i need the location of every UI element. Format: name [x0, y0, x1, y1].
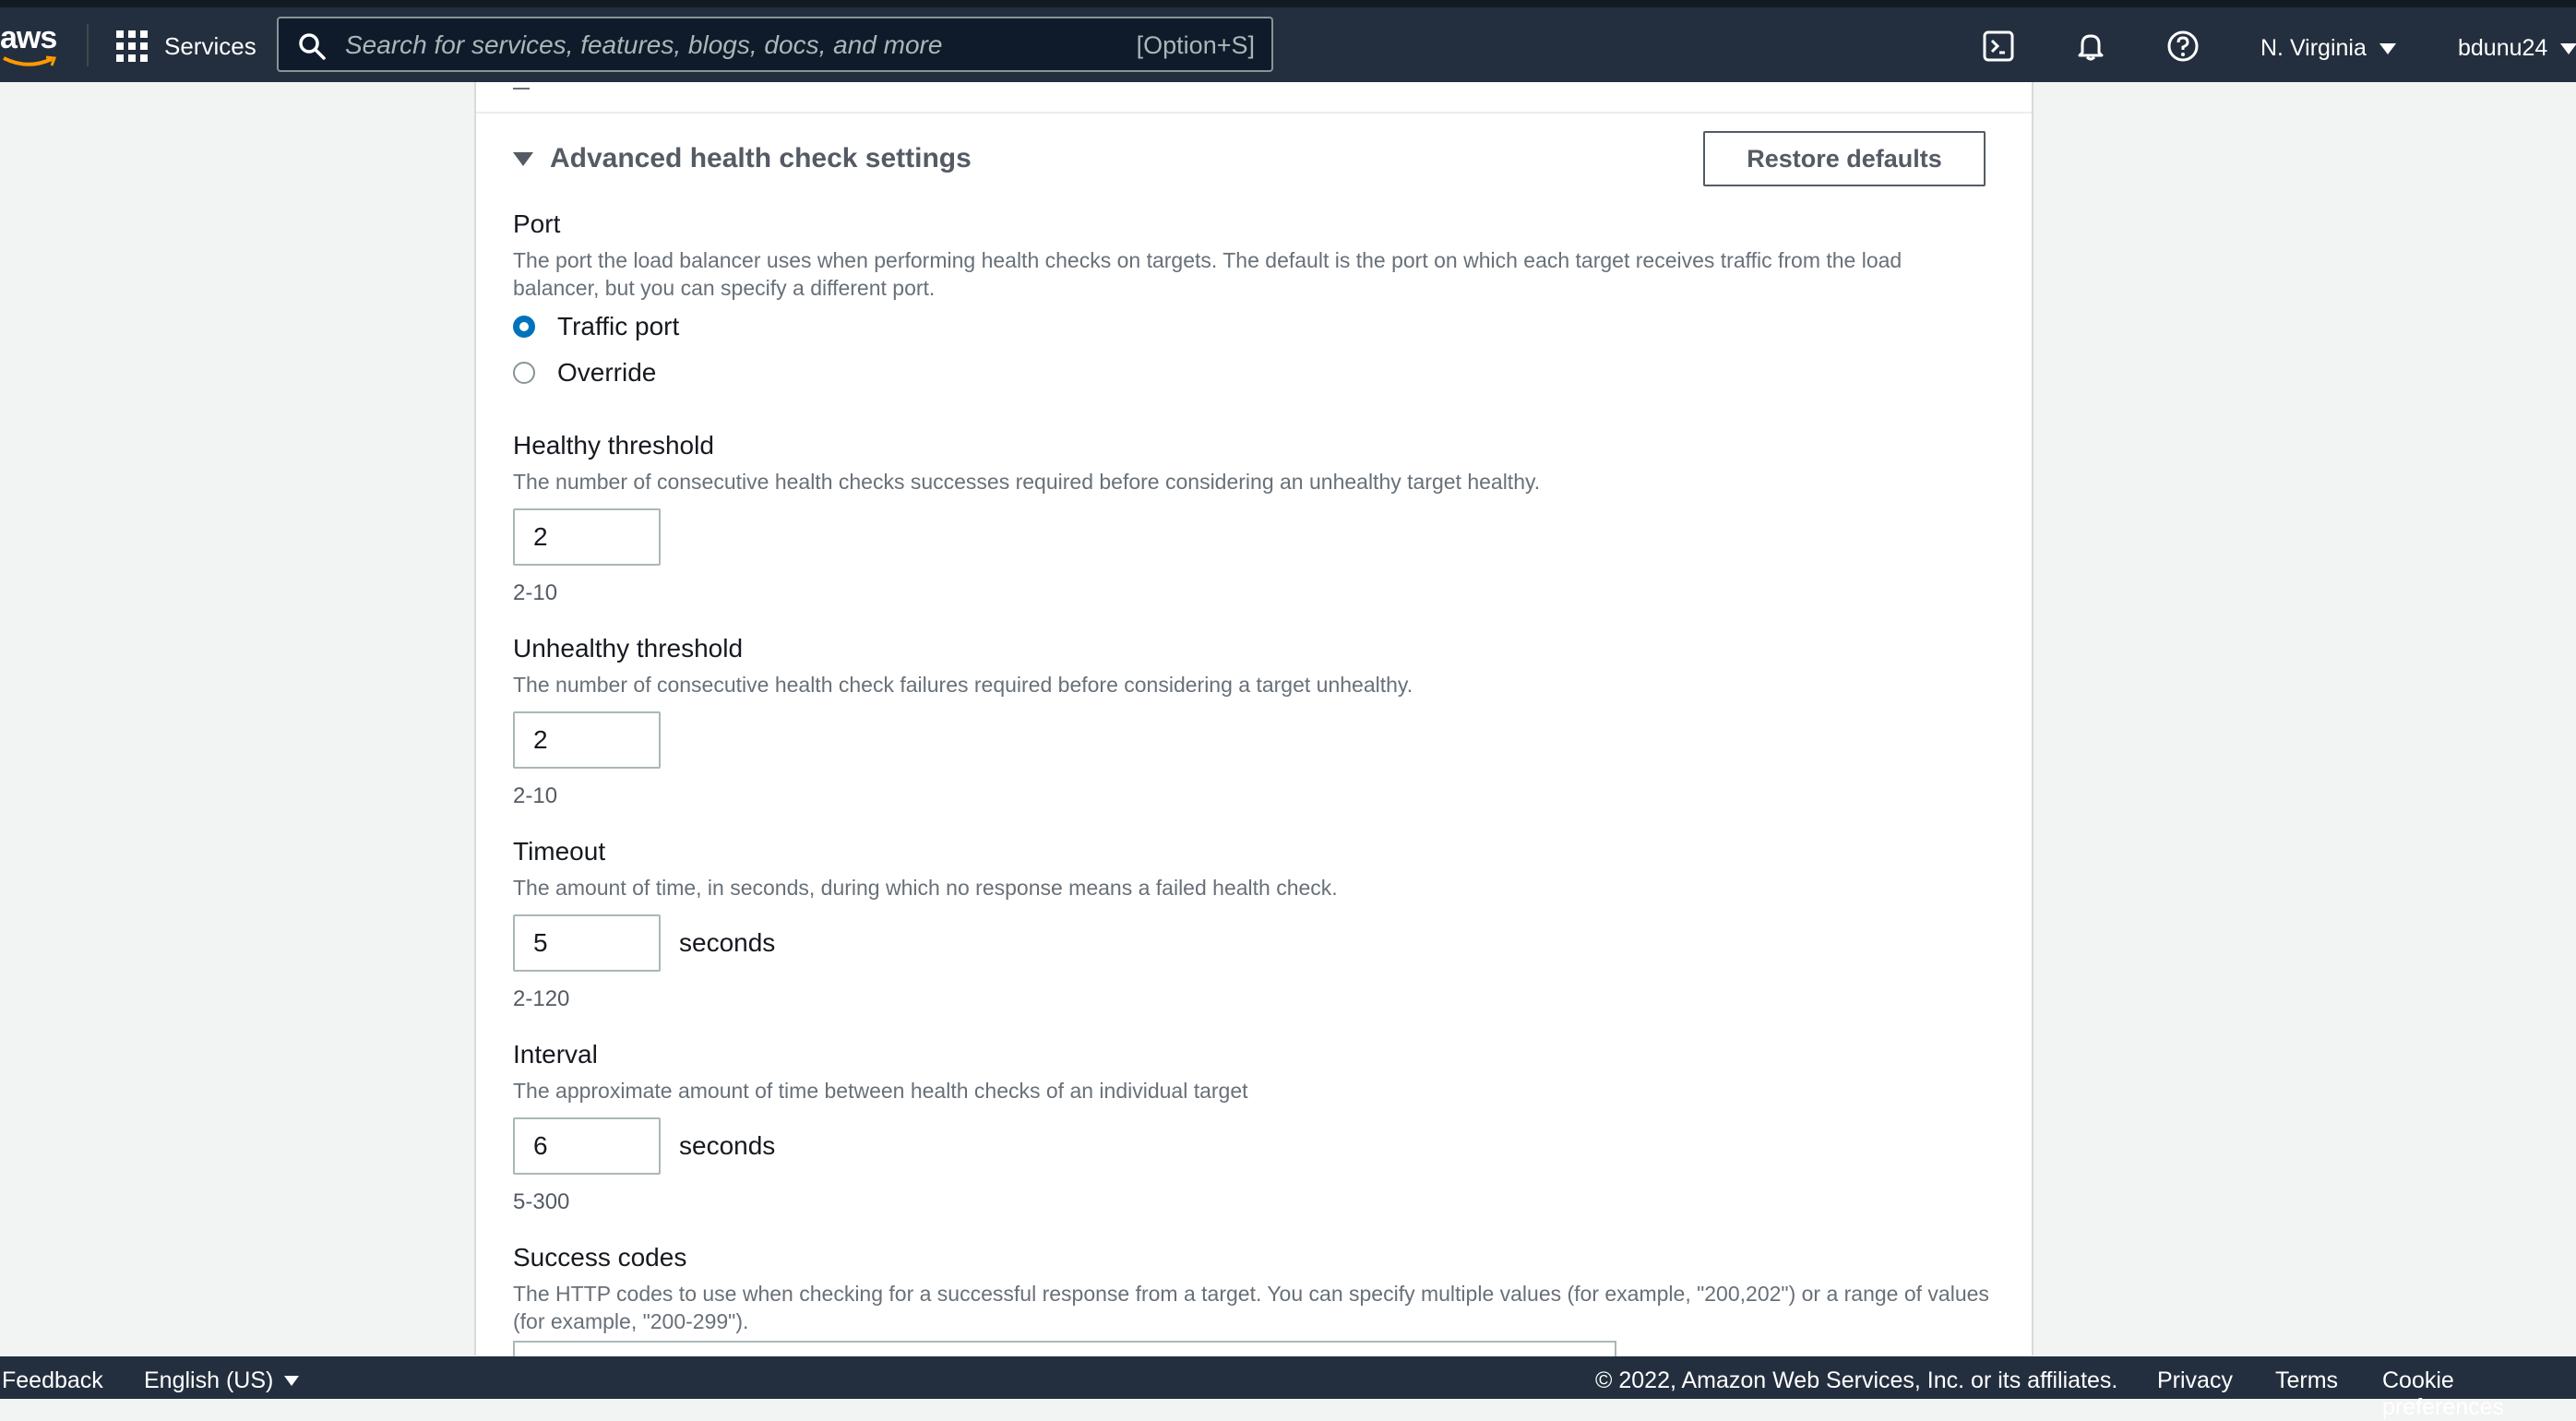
services-menu-button[interactable]: Services	[116, 28, 256, 65]
cookie-preferences-link[interactable]: Cookie preferences	[2382, 1367, 2576, 1421]
section-divider	[476, 112, 2032, 113]
radio-button-checked[interactable]	[513, 316, 535, 338]
healthy-threshold-field: Healthy threshold The number of consecut…	[513, 431, 1989, 606]
language-selector[interactable]: English (US)	[144, 1367, 300, 1394]
unhealthy-threshold-description: The number of consecutive health check f…	[513, 673, 1413, 697]
top-navigation: aws Services [Option+S]	[0, 0, 2576, 82]
region-label: N. Virginia	[2260, 35, 2367, 61]
privacy-link[interactable]: Privacy	[2157, 1367, 2233, 1394]
interval-hint: 5-300	[513, 1189, 570, 1214]
interval-field: Interval The approximate amount of time …	[513, 1040, 1989, 1215]
aws-logo[interactable]: aws	[0, 20, 63, 74]
feedback-link[interactable]: Feedback	[2, 1367, 103, 1394]
unhealthy-threshold-input[interactable]	[513, 711, 661, 769]
copyright-text: © 2022, Amazon Web Services, Inc. or its…	[1595, 1367, 2118, 1393]
aws-logo-text: aws	[0, 20, 57, 55]
radio-traffic-port[interactable]: Traffic port	[513, 304, 1989, 350]
region-selector[interactable]: N. Virginia	[2260, 35, 2396, 62]
radio-label: Traffic port	[557, 312, 680, 340]
success-codes-description: The HTTP codes to use when checking for …	[513, 1282, 1989, 1333]
interval-description: The approximate amount of time between h…	[513, 1079, 1248, 1103]
radio-label: Override	[557, 358, 657, 387]
caret-down-icon	[2560, 42, 2576, 54]
services-label: Services	[164, 31, 256, 60]
healthy-threshold-input[interactable]	[513, 508, 661, 566]
port-field: Port The port the load balancer uses whe…	[513, 209, 1989, 396]
account-name: bdunu24	[2458, 35, 2548, 61]
unhealthy-threshold-hint: 2-10	[513, 783, 558, 808]
caret-down-icon	[284, 1376, 300, 1386]
search-input[interactable]	[343, 26, 1159, 65]
language-label: English (US)	[144, 1367, 274, 1393]
footer: Feedback English (US) © 2022, Amazon Web…	[0, 1356, 2576, 1420]
bell-icon[interactable]	[2074, 30, 2111, 66]
advanced-settings-toggle[interactable]: Advanced health check settings	[513, 143, 972, 174]
health-check-panel: Advanced health check settings Restore d…	[474, 82, 2033, 1378]
aws-smile-icon	[3, 55, 57, 66]
search-icon	[299, 33, 326, 60]
timeout-hint: 2-120	[513, 986, 570, 1011]
terms-link[interactable]: Terms	[2275, 1367, 2338, 1394]
timeout-description: The amount of time, in seconds, during w…	[513, 876, 1338, 900]
port-description: The port the load balancer uses when per…	[513, 248, 1902, 300]
port-label: Port	[513, 209, 561, 238]
healthy-threshold-label: Healthy threshold	[513, 431, 714, 460]
healthy-threshold-description: The number of consecutive health checks …	[513, 470, 1541, 494]
timeout-unit: seconds	[679, 928, 776, 957]
success-codes-label: Success codes	[513, 1243, 687, 1272]
timeout-label: Timeout	[513, 837, 606, 866]
caret-down-icon	[513, 151, 533, 166]
caret-down-icon	[2379, 42, 2396, 54]
interval-unit: seconds	[679, 1131, 776, 1160]
advanced-settings-title: Advanced health check settings	[550, 143, 972, 173]
unhealthy-threshold-label: Unhealthy threshold	[513, 634, 744, 663]
radio-button[interactable]	[513, 362, 535, 384]
cloudshell-icon[interactable]	[1982, 30, 2019, 66]
timeout-field: Timeout The amount of time, in seconds, …	[513, 837, 1989, 1012]
help-icon[interactable]	[2166, 30, 2203, 66]
healthy-threshold-hint: 2-10	[513, 580, 558, 605]
radio-override[interactable]: Override	[513, 350, 1989, 396]
grid-icon	[116, 30, 148, 62]
interval-input[interactable]	[513, 1117, 661, 1175]
timeout-input[interactable]	[513, 914, 661, 972]
restore-defaults-button[interactable]: Restore defaults	[1703, 131, 1986, 186]
search-bar[interactable]: [Option+S]	[277, 17, 1273, 72]
success-codes-field: Success codes The HTTP codes to use when…	[513, 1243, 1989, 1335]
account-menu[interactable]: bdunu24	[2458, 35, 2576, 62]
unhealthy-threshold-field: Unhealthy threshold The number of consec…	[513, 634, 1989, 809]
cut-off-content	[513, 82, 530, 90]
search-shortcut-hint: [Option+S]	[1136, 31, 1255, 59]
interval-label: Interval	[513, 1040, 598, 1069]
nav-divider	[87, 24, 89, 66]
